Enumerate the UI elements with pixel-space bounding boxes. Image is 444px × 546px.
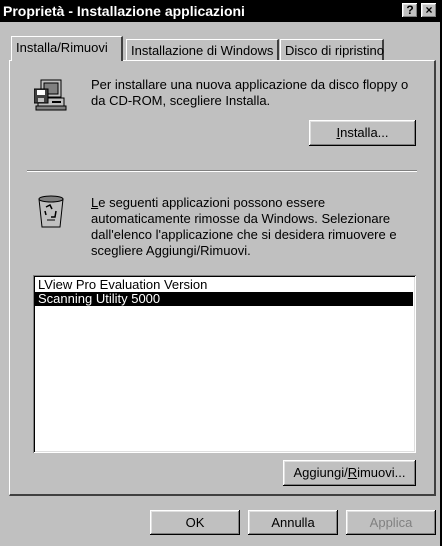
remove-description: Le seguenti applicazioni possono essere … [91, 195, 416, 259]
tab-startup-disk[interactable]: Disco di ripristino [280, 39, 384, 61]
cancel-button[interactable]: Annulla [248, 510, 338, 535]
add-remove-button-prefix: Aggiungi/ [293, 465, 348, 480]
tab-label: Installa/Rimuovi [16, 40, 108, 55]
list-item-selected[interactable]: Scanning Utility 5000 [35, 292, 413, 306]
list-item[interactable]: LView Pro Evaluation Version [35, 278, 413, 292]
install-button[interactable]: Installa... [309, 120, 416, 146]
tab-label: Disco di ripristino [285, 43, 384, 58]
tab-windows-setup[interactable]: Installazione di Windows [126, 39, 279, 61]
installed-apps-list[interactable]: LView Pro Evaluation Version Scanning Ut… [33, 275, 416, 453]
title-bar[interactable]: Proprietà - Installazione applicazioni ?… [0, 0, 440, 22]
close-button[interactable]: × [421, 3, 437, 18]
remove-description-rest: e seguenti applicazioni possono essere a… [91, 195, 397, 258]
add-remove-button-mnemonic: R [347, 465, 358, 480]
apply-button[interactable]: Applica [346, 510, 436, 535]
install-button-rest: nstalla... [340, 125, 389, 140]
computer-install-icon [34, 79, 67, 111]
properties-dialog: Proprietà - Installazione applicazioni ?… [0, 0, 442, 546]
add-remove-button-rest: imuovi... [357, 465, 406, 480]
help-button[interactable]: ? [402, 3, 418, 18]
ok-button[interactable]: OK [150, 510, 240, 535]
section-divider [27, 170, 417, 172]
recycle-bin-icon [38, 195, 64, 228]
tab-label: Installazione di Windows [131, 43, 274, 58]
window-title: Proprietà - Installazione applicazioni [3, 3, 245, 19]
install-description: Per installare una nuova applicazione da… [91, 77, 409, 108]
add-remove-button[interactable]: Aggiungi/Rimuovi... [283, 460, 416, 486]
tab-install-remove[interactable]: Installa/Rimuovi [11, 36, 123, 61]
